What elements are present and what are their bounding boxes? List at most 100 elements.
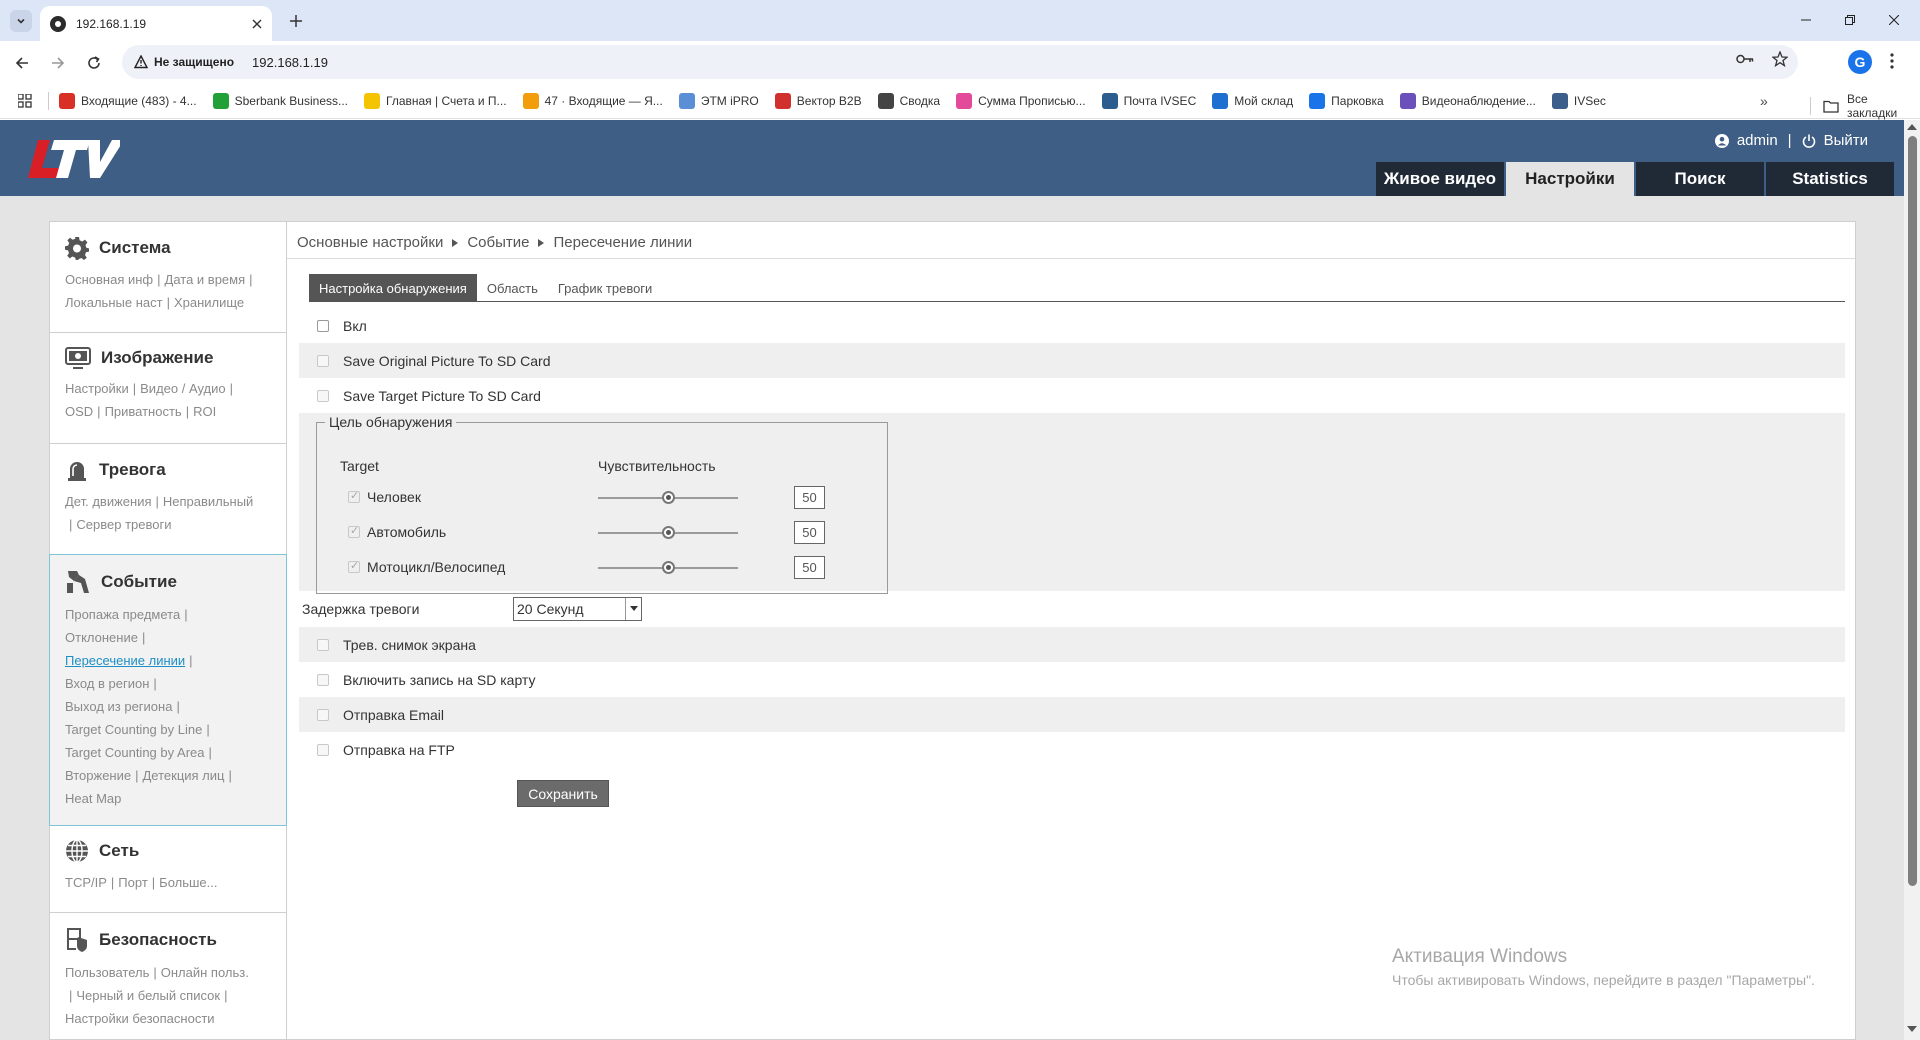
- sidebar-item-roi[interactable]: ROI: [193, 404, 216, 419]
- bookmark-item[interactable]: Видеонаблюдение...: [1399, 92, 1536, 109]
- power-icon[interactable]: [1802, 134, 1816, 148]
- enable-checkbox[interactable]: [317, 319, 329, 332]
- sd-record-checkbox[interactable]: [317, 673, 329, 686]
- target-checkbox[interactable]: [348, 559, 360, 573]
- ftp-checkbox[interactable]: [317, 743, 329, 756]
- sidebar-item-storage[interactable]: Хранилище: [174, 295, 244, 310]
- key-icon[interactable]: [1736, 53, 1754, 65]
- scroll-down-arrow-icon[interactable]: [1907, 1026, 1917, 1032]
- slider-handle[interactable]: [662, 526, 675, 539]
- sidebar-item-user[interactable]: Пользователь: [65, 965, 149, 980]
- sidebar-item-deviation[interactable]: Отклонение: [65, 630, 138, 645]
- alarm-delay-select[interactable]: 20 Секунд: [513, 597, 642, 621]
- back-button[interactable]: [10, 51, 34, 75]
- sidebar-item-port[interactable]: Порт: [118, 875, 147, 890]
- sidebar-heading[interactable]: Событие: [65, 569, 272, 595]
- save-original-checkbox[interactable]: [317, 354, 329, 367]
- sensitivity-slider[interactable]: [598, 526, 738, 539]
- bookmark-item[interactable]: Сумма Прописью...: [956, 92, 1086, 109]
- tab-area[interactable]: Область: [477, 274, 548, 302]
- bookmark-item[interactable]: ЭТМ iPRO: [678, 92, 759, 109]
- sidebar-item-image-settings[interactable]: Настройки: [65, 381, 129, 396]
- sidebar-item-counting-area[interactable]: Target Counting by Area: [65, 745, 204, 760]
- bookmark-item[interactable]: Парковка: [1309, 92, 1384, 109]
- email-checkbox[interactable]: [317, 708, 329, 721]
- bookmark-item[interactable]: Входящие (483) - 4...: [59, 92, 197, 109]
- sidebar-item-region-entrance[interactable]: Вход в регион: [65, 676, 149, 691]
- sidebar-item-heat-map[interactable]: Heat Map: [65, 791, 121, 806]
- bookmark-item[interactable]: IVSec: [1551, 92, 1606, 109]
- sensitivity-slider[interactable]: [598, 491, 738, 504]
- sidebar-item-counting-line[interactable]: Target Counting by Line: [65, 722, 202, 737]
- sidebar-item-basic-info[interactable]: Основная инф: [65, 272, 153, 287]
- tab-search-button[interactable]: [10, 10, 32, 32]
- breadcrumb-item[interactable]: Основные настройки: [297, 234, 443, 251]
- tab-settings[interactable]: Настройки: [1506, 162, 1634, 196]
- tab-detection-settings[interactable]: Настройка обнаружения: [309, 274, 477, 302]
- sensitivity-value[interactable]: 50: [794, 521, 825, 544]
- address-bar[interactable]: Не защищено 192.168.1.19: [122, 45, 1798, 79]
- profile-avatar[interactable]: G: [1848, 50, 1872, 74]
- breadcrumb-item[interactable]: Событие: [467, 234, 529, 251]
- bookmark-item[interactable]: Главная | Счета и П...: [364, 92, 507, 109]
- slider-handle[interactable]: [662, 561, 675, 574]
- tab-search[interactable]: Поиск: [1636, 162, 1764, 196]
- all-bookmarks-button[interactable]: Все закладки: [1810, 92, 1920, 120]
- sidebar-heading[interactable]: Тревога: [65, 458, 272, 482]
- sidebar-item-more[interactable]: Больше...: [159, 875, 217, 890]
- sidebar-item-video-audio[interactable]: Видео / Аудио: [140, 381, 225, 396]
- sidebar-item-local-settings[interactable]: Локальные наст: [65, 295, 163, 310]
- bookmark-item[interactable]: Sberbank Business...: [212, 92, 348, 109]
- target-checkbox[interactable]: [348, 524, 360, 538]
- bookmark-item[interactable]: Мой склад: [1212, 92, 1293, 109]
- minimize-button[interactable]: [1794, 10, 1818, 30]
- sidebar-item-date-time[interactable]: Дата и время: [165, 272, 246, 287]
- snapshot-checkbox[interactable]: [317, 638, 329, 651]
- apps-grid-icon[interactable]: [18, 93, 32, 108]
- sidebar-heading[interactable]: Сеть: [65, 839, 272, 863]
- sensitivity-value[interactable]: 50: [794, 486, 825, 509]
- tab-live-video[interactable]: Живое видео: [1376, 162, 1504, 196]
- scrollbar-thumb[interactable]: [1908, 136, 1917, 886]
- bookmark-item[interactable]: Сводка: [877, 92, 940, 109]
- restore-button[interactable]: [1838, 10, 1862, 30]
- star-icon[interactable]: [1772, 51, 1788, 67]
- window-close-button[interactable]: [1882, 10, 1906, 30]
- sidebar-item-online-users[interactable]: Онлайн польз.: [161, 965, 249, 980]
- save-target-checkbox[interactable]: [317, 389, 329, 402]
- sidebar-item-face-detection[interactable]: Детекция лиц: [143, 768, 225, 783]
- sidebar-item-security-settings[interactable]: Настройки безопасности: [65, 1011, 215, 1026]
- browser-menu-button[interactable]: [1890, 52, 1900, 72]
- sidebar-item-region-exit[interactable]: Выход из региона: [65, 699, 172, 714]
- target-checkbox[interactable]: [348, 489, 360, 503]
- scroll-up-arrow-icon[interactable]: [1907, 124, 1917, 130]
- new-tab-button[interactable]: [284, 9, 308, 33]
- reload-button[interactable]: [82, 51, 106, 75]
- forward-button[interactable]: [46, 51, 70, 75]
- sidebar-item-privacy[interactable]: Приватность: [105, 404, 182, 419]
- sidebar-item-motion[interactable]: Дет. движения: [65, 494, 152, 509]
- sensitivity-value[interactable]: 50: [794, 556, 825, 579]
- sidebar-item-alarm-server[interactable]: Сервер тревоги: [76, 517, 171, 532]
- logout-link[interactable]: Выйти: [1824, 132, 1868, 149]
- close-icon[interactable]: [252, 19, 262, 29]
- sidebar-heading[interactable]: Изображение: [65, 347, 272, 369]
- sidebar-item-abnormal[interactable]: Неправильный: [163, 494, 253, 509]
- sidebar-item-tcpip[interactable]: TCP/IP: [65, 875, 107, 890]
- sidebar-item-line-crossing[interactable]: Пересечение линии: [65, 653, 185, 668]
- bookmark-item[interactable]: 47 · Входящие — Я...: [522, 92, 663, 109]
- tab-alarm-schedule[interactable]: График тревоги: [548, 274, 662, 302]
- sidebar-item-object-missing[interactable]: Пропажа предмета: [65, 607, 180, 622]
- browser-tab[interactable]: 192.168.1.19: [40, 6, 272, 41]
- sidebar-heading[interactable]: Система: [65, 236, 272, 260]
- bookmark-item[interactable]: Вектор B2B: [774, 92, 862, 109]
- security-chip[interactable]: Не защищено: [134, 55, 234, 69]
- tab-statistics[interactable]: Statistics: [1766, 162, 1894, 196]
- sensitivity-slider[interactable]: [598, 561, 738, 574]
- save-button[interactable]: Сохранить: [517, 780, 609, 807]
- bookmark-item[interactable]: Почта IVSEC: [1101, 92, 1196, 109]
- sidebar-heading[interactable]: Безопасность: [65, 927, 272, 953]
- username[interactable]: admin: [1737, 132, 1778, 149]
- sidebar-item-black-white-list[interactable]: Черный и белый список: [76, 988, 220, 1003]
- slider-handle[interactable]: [662, 491, 675, 504]
